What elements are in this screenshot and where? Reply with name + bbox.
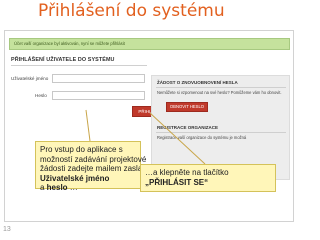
- callout-username-term: Uživatelské jméno: [40, 173, 110, 183]
- forgot-password-text: Nemůžete si vzpomenout na své heslo? Pom…: [157, 90, 282, 95]
- registration-divider: [156, 132, 286, 133]
- username-input[interactable]: [52, 74, 145, 83]
- login-divider: [11, 65, 147, 66]
- callout-line-1: Pro vstup do aplikace s: [40, 145, 123, 154]
- reset-password-button[interactable]: OBNOVIT HESLO: [166, 102, 208, 112]
- forgot-divider: [156, 87, 286, 88]
- callout-and: a: [40, 183, 47, 193]
- login-heading: PŘIHLÁŠENÍ UŽIVATELE DO SYSTÉMU: [11, 57, 115, 63]
- page-number: 13: [3, 226, 11, 233]
- forgot-password-heading: ŽÁDOST O ZNOVUOBNOVENÍ HESLA: [157, 80, 238, 85]
- login-button-callout: …a klepněte na tlačítko „PŘIHLÁSIT SE“: [140, 164, 276, 192]
- callout-line-3: žádosti zadejte mailem zaslané: [40, 164, 152, 174]
- username-label: Uživatelské jméno: [11, 76, 49, 81]
- credentials-callout: Pro vstup do aplikace s možností zadáván…: [35, 141, 152, 193]
- callout-line-2: možností zadávání projektové: [40, 154, 147, 164]
- callout-password-term: heslo: [46, 183, 68, 193]
- registration-heading: REGISTRACE ORGANIZACE: [157, 125, 219, 130]
- registration-text: Registrace vaší organizace do systému je…: [157, 135, 247, 140]
- callout-button-name: „PŘIHLÁSIT SE“: [145, 178, 209, 187]
- slide-title: Přihlášení do systému: [38, 1, 225, 21]
- password-input[interactable]: [52, 91, 145, 100]
- callout-click-text: …a klepněte na tlačítko: [145, 168, 229, 177]
- login-screen: Účet vaší organizace byl aktivován, nyní…: [4, 30, 294, 222]
- activation-notice: Účet vaší organizace byl aktivován, nyní…: [9, 38, 290, 50]
- callout-ellipsis: …: [67, 183, 78, 193]
- password-label: Heslo: [35, 93, 47, 98]
